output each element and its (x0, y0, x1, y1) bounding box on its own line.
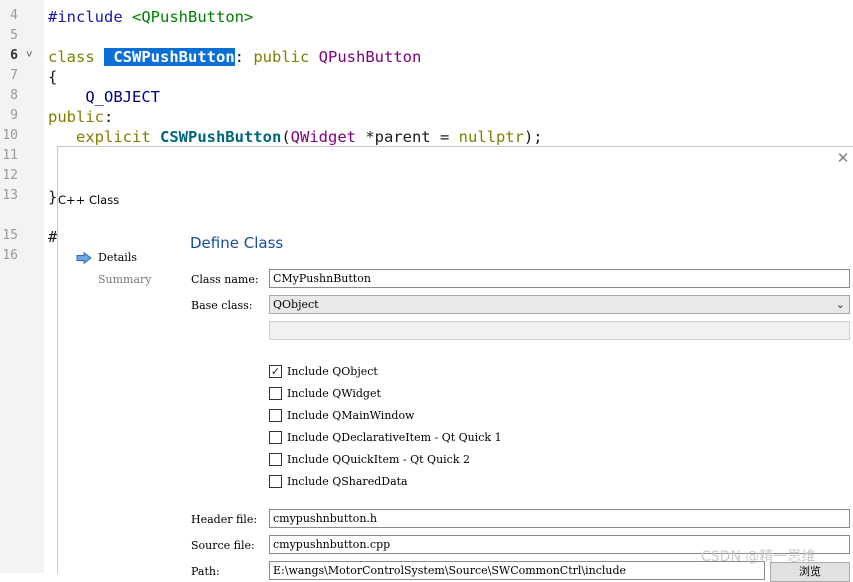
line-number: 8 (10, 88, 18, 103)
base-class-custom-input (269, 321, 850, 340)
new-class-dialog: ✕ C++ Class Details Summary Define Class… (57, 146, 853, 582)
line-number: 4 (10, 8, 18, 23)
checkbox-label: Include QObject (287, 365, 378, 378)
base-class-select[interactable]: QObject ⌄ (269, 295, 850, 314)
chevron-down-icon: ⌄ (835, 298, 845, 311)
fold-chevron-icon[interactable]: ˅ (26, 48, 33, 62)
line-number: 9 (10, 108, 18, 123)
line-number: 16 (2, 248, 18, 263)
checkbox-box[interactable] (269, 431, 282, 444)
base-class-value: QObject (273, 298, 319, 311)
checkbox-label: Include QQuickItem - Qt Quick 2 (287, 453, 470, 466)
code-line-6[interactable]: class CSWPushButton: public QPushButton (48, 47, 421, 67)
code-line-10[interactable]: explicit CSWPushButton(QWidget *parent =… (48, 127, 543, 147)
selected-class-name: CSWPushButton (104, 48, 235, 66)
checkbox-box[interactable] (269, 409, 282, 422)
wizard-step-summary[interactable]: Summary (98, 273, 152, 286)
checkbox-label: Include QDeclarativeItem - Qt Quick 1 (287, 431, 502, 444)
watermark: CSDN @精一思维 (701, 549, 816, 565)
code-line-4[interactable]: #include <QPushButton> (48, 7, 253, 27)
line-number: 5 (10, 28, 18, 43)
checkbox-box[interactable] (269, 475, 282, 488)
close-icon[interactable]: ✕ (836, 151, 850, 166)
code-line-9[interactable]: public: (48, 107, 113, 127)
code-line-15[interactable]: # (48, 227, 57, 247)
line-number-gutter: 4 5 6 ˅ 7 8 9 10 11 12 13 15 16 (0, 0, 44, 573)
wizard-step-details[interactable]: Details (98, 251, 137, 264)
dialog-title: C++ Class (58, 193, 120, 207)
line-number: 13 (2, 188, 18, 203)
source-file-label: Source file: (191, 539, 255, 552)
header-file-label: Header file: (191, 513, 258, 526)
header-file-input[interactable]: cmypushnbutton.h (269, 509, 850, 528)
line-number: 10 (2, 128, 18, 143)
code-line-13[interactable]: } (48, 187, 57, 207)
line-number-current: 6 (10, 48, 18, 63)
class-name-input[interactable]: CMyPushnButton (269, 269, 850, 288)
line-number: 11 (2, 148, 18, 163)
path-input[interactable]: E:\wangs\MotorControlSystem\Source\SWCom… (269, 561, 765, 580)
code-line-7[interactable]: { (48, 67, 57, 87)
section-title: Define Class (190, 234, 284, 252)
line-number: 12 (2, 168, 18, 183)
checkbox-label: Include QMainWindow (287, 409, 415, 422)
checkbox-box[interactable] (269, 387, 282, 400)
class-name-label: Class name: (191, 273, 259, 286)
current-step-arrow-icon (76, 252, 92, 264)
checkbox-label: Include QSharedData (287, 475, 408, 488)
code-line-8[interactable]: Q_OBJECT (48, 87, 160, 107)
line-number: 7 (10, 68, 18, 83)
checkbox-box[interactable] (269, 453, 282, 466)
checkbox-label: Include QWidget (287, 387, 381, 400)
path-label: Path: (191, 565, 220, 578)
base-class-label: Base class: (191, 299, 253, 312)
line-number: 15 (2, 228, 18, 243)
checkbox-box[interactable]: ✓ (269, 365, 282, 378)
